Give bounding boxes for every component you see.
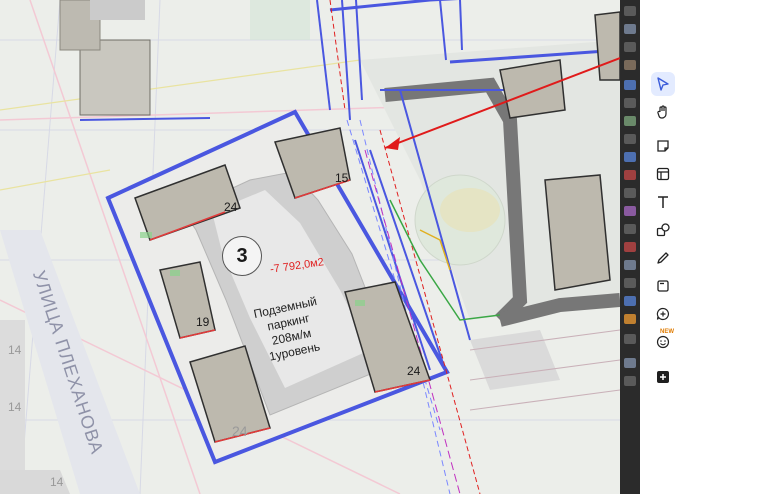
- strip-icon[interactable]: [624, 206, 636, 216]
- strip-icon[interactable]: [624, 242, 636, 252]
- sticky-note-icon: [657, 140, 669, 152]
- text-tool[interactable]: [651, 190, 675, 214]
- strip-icon[interactable]: [624, 224, 636, 234]
- strip-icon[interactable]: [624, 116, 636, 126]
- section-number-circle: 3: [222, 236, 262, 276]
- floors-label-c: 19: [196, 315, 210, 329]
- strip-icon[interactable]: [624, 334, 636, 344]
- comment-tool[interactable]: [651, 302, 675, 326]
- shapes-tool[interactable]: [651, 218, 675, 242]
- frame-tool[interactable]: [651, 274, 675, 298]
- strip-icon[interactable]: [624, 376, 636, 386]
- strip-icon[interactable]: [624, 6, 636, 16]
- pen-icon: [657, 252, 669, 264]
- text-icon: [658, 196, 668, 208]
- strip-icon[interactable]: [624, 314, 636, 324]
- floors-label-d: 24: [407, 364, 421, 378]
- block-label-1: 14: [8, 343, 22, 357]
- section-number: 3: [236, 244, 248, 267]
- hand-tool[interactable]: [651, 100, 675, 124]
- strip-icon[interactable]: [624, 134, 636, 144]
- strip-icon[interactable]: [624, 60, 636, 70]
- strip-icon[interactable]: [624, 358, 636, 368]
- drawing-canvas[interactable]: УЛИЦА ПЛЕХАНОВА 3 -7 792,0м2 Подземный п…: [0, 0, 620, 494]
- layout-icon: [656, 167, 670, 181]
- strip-icon[interactable]: [624, 278, 636, 288]
- hand-icon: [657, 105, 667, 119]
- template-tool[interactable]: [651, 162, 675, 186]
- floors-label-a: 24: [224, 200, 238, 214]
- shapes-icon: [656, 223, 670, 237]
- emoji-icon: [656, 335, 670, 349]
- strip-icon[interactable]: [624, 80, 636, 90]
- more-tool[interactable]: [651, 365, 675, 389]
- block-label-2: 14: [8, 400, 22, 414]
- strip-icon[interactable]: [624, 98, 636, 108]
- cursor-icon: [657, 77, 669, 91]
- floating-toolbar: [645, 70, 681, 400]
- pen-tool[interactable]: [651, 246, 675, 270]
- floors-label-e: 24: [232, 423, 248, 439]
- strip-icon[interactable]: [624, 24, 636, 34]
- strip-icon[interactable]: [624, 260, 636, 270]
- frame-icon: [657, 280, 669, 292]
- strip-icon[interactable]: [624, 152, 636, 162]
- strip-icon[interactable]: [624, 188, 636, 198]
- strip-icon[interactable]: [624, 42, 636, 52]
- comment-add-icon: [656, 307, 670, 321]
- app-icon-strip: [620, 0, 640, 494]
- select-tool[interactable]: [651, 72, 675, 96]
- sticky-note-tool[interactable]: [651, 134, 675, 158]
- strip-icon[interactable]: [624, 296, 636, 306]
- floors-label-b: 15: [335, 171, 349, 185]
- plus-box-icon: [657, 371, 669, 383]
- block-label-3: 14: [50, 475, 64, 489]
- new-badge: NEW: [660, 329, 674, 335]
- strip-icon[interactable]: [624, 170, 636, 180]
